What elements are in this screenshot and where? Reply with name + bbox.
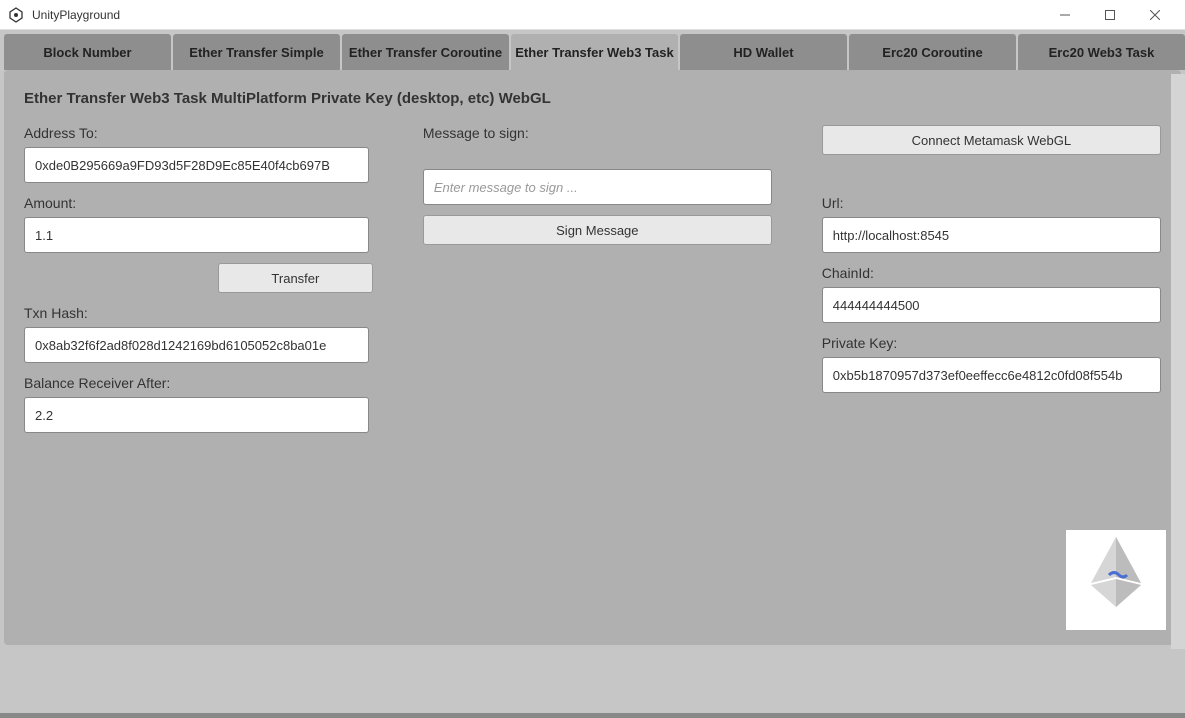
app-body: Block Number Ether Transfer Simple Ether… — [0, 30, 1185, 718]
message-to-sign-input[interactable] — [423, 169, 772, 205]
tabs-bar: Block Number Ether Transfer Simple Ether… — [0, 30, 1185, 70]
titlebar: UnityPlayground — [0, 0, 1185, 30]
amount-input[interactable] — [24, 217, 369, 253]
url-input[interactable] — [822, 217, 1161, 253]
ethereum-logo — [1066, 530, 1166, 630]
maximize-button[interactable] — [1087, 0, 1132, 30]
close-button[interactable] — [1132, 0, 1177, 30]
tab-ether-transfer-web3-task[interactable]: Ether Transfer Web3 Task — [511, 34, 678, 70]
column-left: Address To: Amount: Transfer Txn Hash: B… — [24, 125, 373, 433]
balance-after-input[interactable] — [24, 397, 369, 433]
sign-message-button[interactable]: Sign Message — [423, 215, 772, 245]
panel-title: Ether Transfer Web3 Task MultiPlatform P… — [24, 90, 1161, 107]
column-middle: Message to sign: Sign Message — [423, 125, 772, 433]
main-panel: Ether Transfer Web3 Task MultiPlatform P… — [4, 70, 1181, 645]
tab-hd-wallet[interactable]: HD Wallet — [680, 34, 847, 70]
chainid-input[interactable] — [822, 287, 1161, 323]
connect-metamask-button[interactable]: Connect Metamask WebGL — [822, 125, 1161, 155]
message-to-sign-label: Message to sign: — [423, 125, 772, 141]
private-key-label: Private Key: — [822, 335, 1161, 351]
transfer-button[interactable]: Transfer — [218, 263, 373, 293]
txn-hash-label: Txn Hash: — [24, 305, 373, 321]
balance-after-label: Balance Receiver After: — [24, 375, 373, 391]
tab-ether-transfer-coroutine[interactable]: Ether Transfer Coroutine — [342, 34, 509, 70]
vertical-scrollbar[interactable] — [1171, 74, 1185, 649]
tab-ether-transfer-simple[interactable]: Ether Transfer Simple — [173, 34, 340, 70]
app-icon — [8, 7, 24, 23]
tab-erc20-coroutine[interactable]: Erc20 Coroutine — [849, 34, 1016, 70]
tab-erc20-web3-task[interactable]: Erc20 Web3 Task — [1018, 34, 1185, 70]
txn-hash-input[interactable] — [24, 327, 369, 363]
chainid-label: ChainId: — [822, 265, 1161, 281]
tab-block-number[interactable]: Block Number — [4, 34, 171, 70]
address-to-label: Address To: — [24, 125, 373, 141]
url-label: Url: — [822, 195, 1161, 211]
private-key-input[interactable] — [822, 357, 1161, 393]
window-controls — [1042, 0, 1177, 30]
columns: Address To: Amount: Transfer Txn Hash: B… — [24, 125, 1161, 433]
amount-label: Amount: — [24, 195, 373, 211]
bottom-bar — [0, 713, 1185, 718]
column-right: Connect Metamask WebGL Url: ChainId: Pri… — [822, 125, 1161, 433]
minimize-button[interactable] — [1042, 0, 1087, 30]
address-to-input[interactable] — [24, 147, 369, 183]
window-title: UnityPlayground — [32, 8, 1042, 22]
